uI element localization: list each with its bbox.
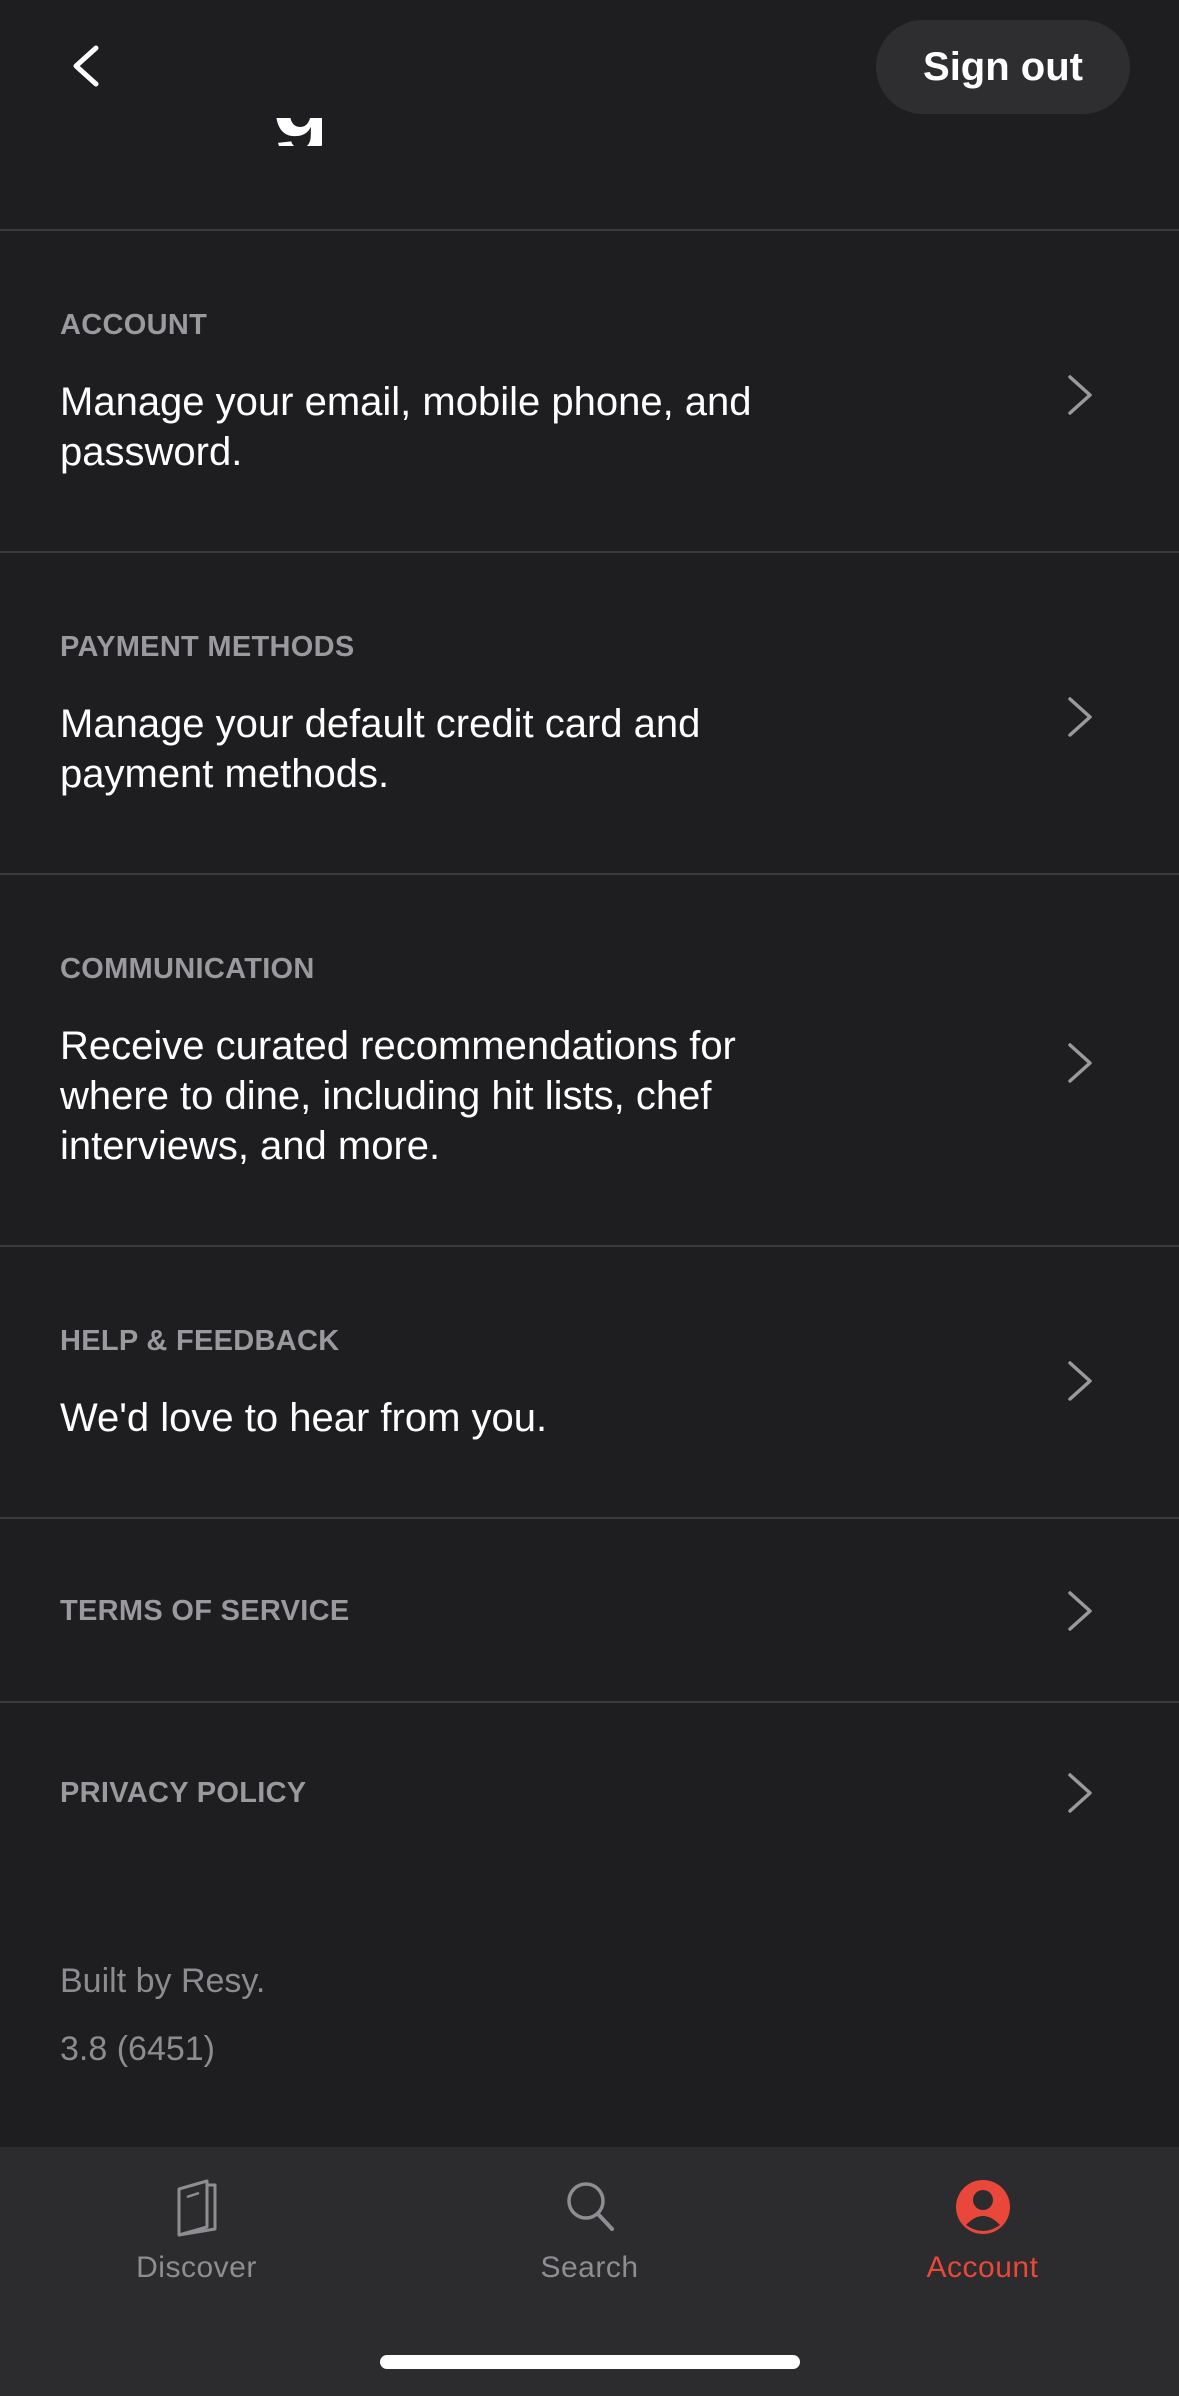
row-label: COMMUNICATION <box>60 953 315 985</box>
row-label: PRIVACY POLICY <box>60 1777 307 1809</box>
row-description: Receive curated recommendations for wher… <box>60 1024 736 1168</box>
search-icon <box>560 2175 620 2239</box>
row-label: ACCOUNT <box>60 309 208 341</box>
chevron-left-icon <box>73 45 99 87</box>
settings-screen: g Sign out ACCOUNT Manage your email, mo… <box>0 0 1179 2396</box>
settings-row-privacy-policy[interactable]: PRIVACY POLICY <box>0 1705 1179 1885</box>
row-label: TERMS OF SERVICE <box>60 1595 350 1627</box>
chevron-right-icon <box>1064 695 1094 739</box>
settings-row-account[interactable]: ACCOUNT Manage your email, mobile phone,… <box>0 233 1179 553</box>
chevron-right-icon <box>1064 373 1094 417</box>
home-indicator <box>380 2355 800 2369</box>
page-title-text: g <box>272 118 322 146</box>
back-button[interactable] <box>58 36 118 96</box>
settings-row-help-feedback[interactable]: HELP & FEEDBACK We'd love to hear from y… <box>0 1249 1179 1519</box>
chevron-right-icon <box>1064 1041 1094 1085</box>
row-description: Manage your default credit card and paym… <box>60 702 701 796</box>
version-text: 3.8 (6451) <box>60 2030 215 2068</box>
user-icon <box>953 2175 1013 2239</box>
page-title-partial: g <box>272 118 322 146</box>
tab-account[interactable]: Account <box>786 2147 1179 2317</box>
row-description: We'd love to hear from you. <box>60 1396 548 1440</box>
settings-row-payment-methods[interactable]: PAYMENT METHODS Manage your default cred… <box>0 555 1179 875</box>
tab-label: Search <box>540 2251 639 2284</box>
row-description: Manage your email, mobile phone, and pas… <box>60 380 752 474</box>
sign-out-button[interactable]: Sign out <box>876 20 1130 114</box>
tab-label: Discover <box>136 2251 257 2284</box>
row-label: PAYMENT METHODS <box>60 631 355 663</box>
settings-row-terms-of-service[interactable]: TERMS OF SERVICE <box>0 1521 1179 1703</box>
tab-label: Account <box>926 2251 1039 2284</box>
settings-row-communication[interactable]: COMMUNICATION Receive curated recommenda… <box>0 877 1179 1247</box>
book-icon <box>167 2175 227 2239</box>
chevron-right-icon <box>1064 1771 1094 1815</box>
header: g Sign out <box>0 0 1179 231</box>
tab-search[interactable]: Search <box>393 2147 786 2317</box>
row-label: HELP & FEEDBACK <box>60 1325 340 1357</box>
chevron-right-icon <box>1064 1359 1094 1403</box>
chevron-right-icon <box>1064 1589 1094 1633</box>
built-by-text: Built by Resy. <box>60 1962 266 2000</box>
tab-discover[interactable]: Discover <box>0 2147 393 2317</box>
